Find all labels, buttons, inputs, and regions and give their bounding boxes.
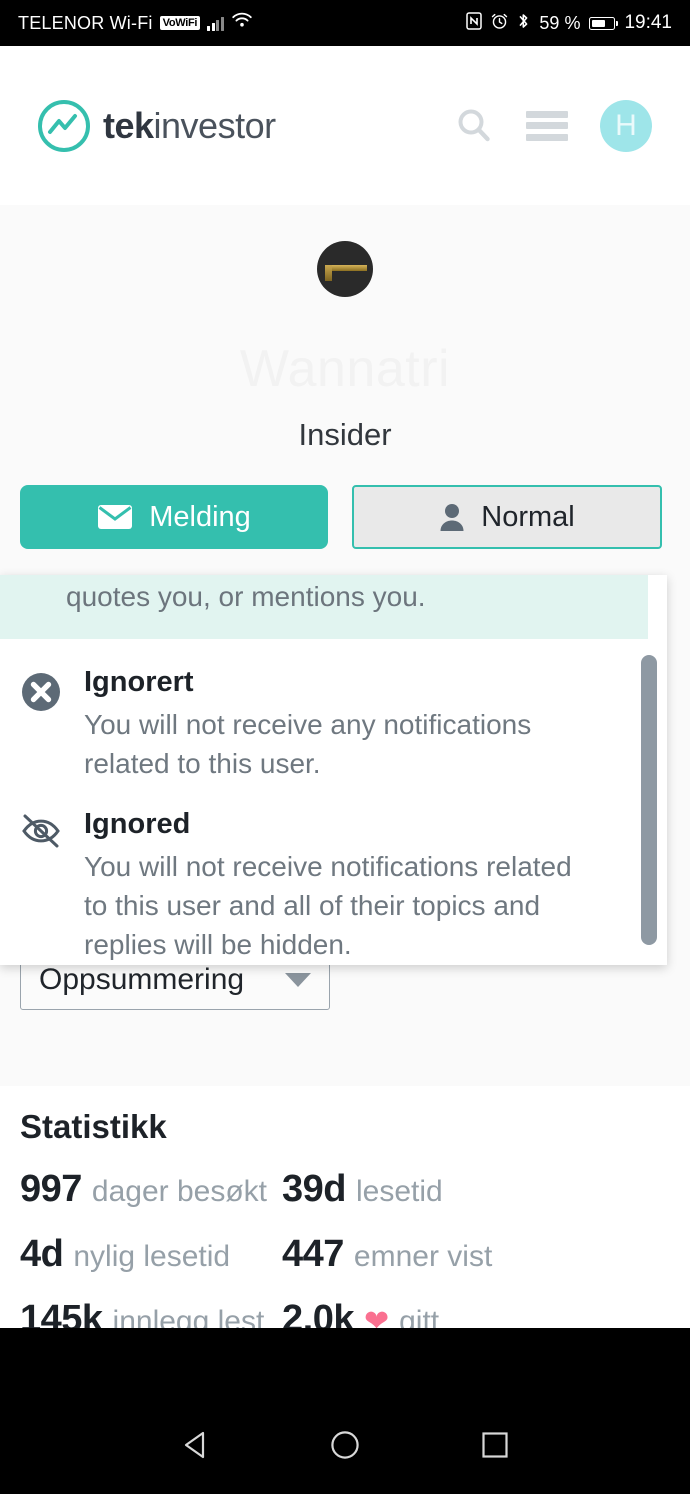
clock-label: 19:41 — [624, 12, 672, 33]
chevron-down-icon — [285, 973, 311, 987]
search-icon[interactable] — [454, 106, 494, 146]
dropdown-item-highlighted-text: quotes you, or mentions you. — [66, 581, 426, 612]
dropdown-item-ignorert[interactable]: Ignorert You will not receive any notifi… — [0, 639, 667, 783]
nfc-icon — [466, 12, 483, 34]
statistics-row: 997 dager besøkt 39d lesetid — [20, 1168, 670, 1211]
status-bar-right: 59 % 19:41 — [466, 12, 672, 34]
statistics-heading: Statistikk — [20, 1108, 167, 1145]
dropdown-item-ignored-description: You will not receive notifications relat… — [84, 851, 572, 960]
stat-label: dager besøkt — [91, 1175, 267, 1208]
back-triangle-icon[interactable] — [178, 1428, 212, 1467]
battery-percent-label: 59 % — [539, 12, 581, 33]
brand-name-bold: tek — [103, 104, 154, 146]
vowifi-badge: VoWiFi — [159, 16, 201, 30]
bluetooth-icon — [517, 12, 530, 34]
stat-label: nylig lesetid — [73, 1240, 231, 1273]
stat-topics-viewed: 447 emner vist — [282, 1233, 492, 1276]
brand-name: tekinvestor — [103, 104, 277, 146]
stat-value: 997 — [20, 1168, 82, 1210]
phone-screen: TELENOR Wi-Fi VoWiFi 59 % 19:41 tekinves… — [0, 0, 690, 1494]
stat-days-visited: 997 dager besøkt — [20, 1168, 282, 1211]
header-actions: H — [454, 99, 652, 152]
dropdown-item-ignored[interactable]: Ignored You will not receive notificatio… — [0, 783, 667, 964]
dropdown-item-highlighted[interactable]: quotes you, or mentions you. — [0, 575, 648, 639]
profile-section: Wannatri Insider Melding Normal — [0, 205, 690, 580]
dropdown-item-ignorert-title: Ignorert — [84, 666, 194, 698]
profile-username: Wannatri — [239, 340, 451, 398]
stat-value: 447 — [282, 1233, 344, 1275]
notification-level-button[interactable]: Normal — [352, 485, 662, 549]
stat-recent-read-time: 4d nylig lesetid — [20, 1233, 282, 1276]
carrier-label: TELENOR Wi-Fi — [18, 12, 153, 33]
signal-strength-icon — [207, 15, 224, 31]
home-circle-icon[interactable] — [328, 1428, 362, 1467]
status-bar: TELENOR Wi-Fi VoWiFi 59 % 19:41 — [0, 0, 690, 46]
brand-name-light: investor — [153, 104, 277, 146]
dropdown-item-ignorert-text: Ignorert You will not receive any notifi… — [84, 665, 597, 783]
avatar[interactable]: H — [600, 99, 652, 152]
summary-select-value: Oppsummering — [39, 963, 245, 996]
hamburger-menu-icon[interactable] — [526, 110, 568, 141]
recents-square-icon[interactable] — [478, 1428, 512, 1467]
message-button-label: Melding — [149, 500, 251, 533]
statistics-row: 4d nylig lesetid 447 emner vist — [20, 1233, 670, 1276]
notification-level-dropdown[interactable]: quotes you, or mentions you. Ignorert Yo… — [0, 575, 667, 965]
dropdown-item-ignored-title: Ignored — [84, 808, 191, 840]
x-circle-icon — [20, 665, 64, 783]
notification-level-label: Normal — [481, 500, 575, 533]
alarm-icon — [491, 12, 508, 34]
user-avatar-key-image[interactable] — [317, 241, 373, 297]
stat-value: 39d — [282, 1168, 346, 1210]
profile-title: Insider — [298, 417, 392, 452]
dropdown-item-ignored-text: Ignored You will not receive notificatio… — [84, 807, 597, 964]
person-icon — [439, 502, 465, 532]
stat-value: 4d — [20, 1233, 64, 1275]
dropdown-scrollbar[interactable] — [641, 655, 657, 945]
wifi-icon — [231, 12, 253, 34]
android-navigation-bar — [0, 1400, 690, 1494]
chart-line-logo-icon — [38, 99, 90, 152]
profile-action-buttons: Melding Normal — [0, 485, 690, 549]
statistics-card: Statistikk 997 dager besøkt 39d lesetid … — [0, 1086, 690, 1340]
dropdown-item-ignorert-description: You will not receive any notifications r… — [84, 709, 532, 779]
envelope-icon — [97, 504, 133, 530]
status-bar-left: TELENOR Wi-Fi VoWiFi — [18, 12, 253, 34]
stat-read-time: 39d lesetid — [282, 1168, 443, 1211]
battery-icon — [589, 16, 619, 30]
eye-slash-icon — [20, 807, 64, 964]
app-header: tekinvestor H — [0, 46, 690, 205]
brand-logo[interactable]: tekinvestor — [38, 99, 277, 152]
message-button[interactable]: Melding — [20, 485, 328, 549]
stat-label: emner vist — [353, 1240, 493, 1273]
stat-label: lesetid — [355, 1175, 443, 1208]
